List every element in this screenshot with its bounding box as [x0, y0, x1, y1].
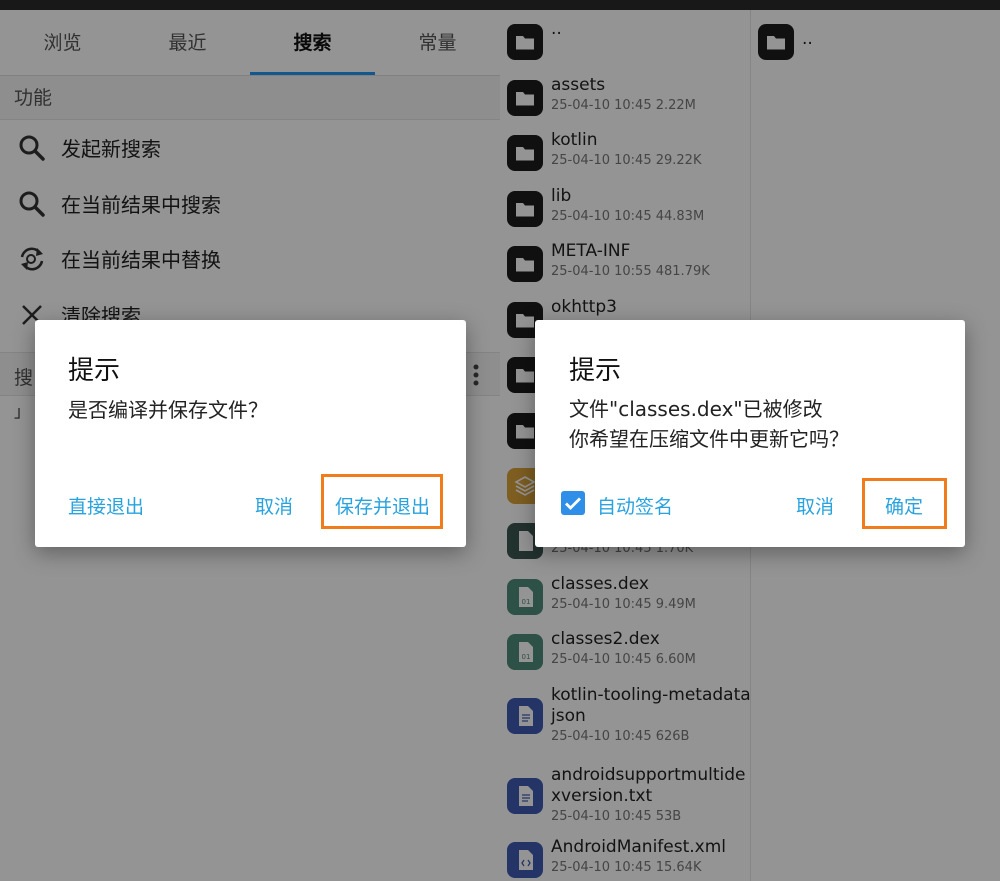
update-archive-dialog: 提示 文件"classes.dex"已被修改 你希望在压缩文件中更新它吗？ 自动…	[535, 320, 965, 547]
cancel-button[interactable]: 取消	[796, 492, 834, 519]
check-icon	[565, 497, 581, 510]
exit-without-saving-button[interactable]: 直接退出	[68, 492, 144, 519]
dialog-message-line2: 你希望在压缩文件中更新它吗？	[569, 427, 849, 451]
dialog-message-line1: 文件"classes.dex"已被修改	[569, 397, 823, 421]
save-dialog: 提示 是否编译并保存文件？ 直接退出 取消 保存并退出	[35, 320, 466, 547]
dialog-message: 是否编译并保存文件？	[68, 398, 268, 422]
screen: 浏览 最近 搜索 常量 功能 发起新搜索 在当前结果中搜索 在当前结果中替换 清…	[0, 0, 1000, 881]
auto-sign-label[interactable]: 自动签名	[597, 492, 673, 519]
auto-sign-checkbox[interactable]	[561, 491, 585, 515]
cancel-button[interactable]: 取消	[255, 492, 293, 519]
highlight-frame	[321, 474, 443, 529]
highlight-frame	[862, 478, 947, 529]
dialog-title: 提示	[569, 356, 622, 386]
dialog-title: 提示	[68, 356, 121, 386]
